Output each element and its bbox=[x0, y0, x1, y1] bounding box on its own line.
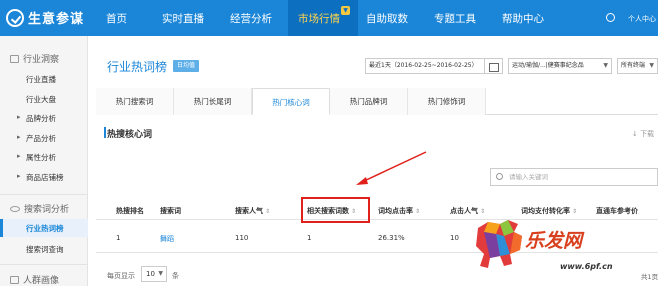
cell-click-popularity: 10 bbox=[450, 234, 459, 242]
terminal-select[interactable]: 所有终端 ▼ bbox=[617, 58, 658, 74]
tab-brand-words[interactable]: 热门品牌词 bbox=[330, 88, 408, 115]
tab-hot-search[interactable]: 热门搜索词 bbox=[96, 88, 174, 115]
app-logo[interactable]: 生意参谋 bbox=[6, 8, 84, 27]
page-size-select[interactable]: 10 ▼ bbox=[141, 266, 167, 282]
terminal-select-value: 所有终端 bbox=[621, 62, 646, 69]
sidebar: 行业洞察 行业直播 行业大盘 品牌分析 产品分析 属性分析 商品店铺榜 搜索词分… bbox=[0, 36, 88, 286]
sidebar-item-brand[interactable]: 品牌分析 bbox=[17, 113, 56, 124]
tab-modifier-words[interactable]: 热门修饰词 bbox=[408, 88, 486, 115]
nav-market[interactable]: 市场行情 ▼ bbox=[288, 0, 358, 36]
user-icon[interactable] bbox=[606, 13, 615, 22]
sidebar-item-shop-rank[interactable]: 商品店铺榜 bbox=[17, 172, 63, 183]
col-rank: 热搜排名 bbox=[116, 207, 144, 215]
sidebar-group-search[interactable]: 搜索词分析 bbox=[10, 202, 69, 215]
section-accent bbox=[104, 127, 106, 138]
cell-search-word-link[interactable]: 舞蹈 bbox=[160, 234, 174, 244]
sort-icon: ⇕ bbox=[572, 208, 578, 215]
watermark-title: 乐发网 bbox=[525, 230, 583, 252]
highlight-box bbox=[301, 197, 370, 223]
col-label: 词均点击率 bbox=[378, 207, 413, 215]
sidebar-item-industry-live[interactable]: 行业直播 bbox=[26, 74, 56, 85]
nav-realtime[interactable]: 实时直播 bbox=[162, 11, 204, 26]
nav-market-label: 市场行情 bbox=[298, 13, 340, 25]
app-name: 生意参谋 bbox=[28, 12, 85, 27]
user-center-link[interactable]: 个人中心 bbox=[628, 14, 656, 24]
sidebar-item-attribute[interactable]: 属性分析 bbox=[17, 152, 56, 163]
logo-icon bbox=[6, 8, 24, 27]
watermark-bull-logo bbox=[476, 220, 522, 268]
chevron-down-icon: ▼ bbox=[158, 270, 163, 277]
nav-home[interactable]: 首页 bbox=[106, 11, 127, 26]
nav-self-service[interactable]: 自助取数 bbox=[366, 11, 408, 26]
tab-core-words[interactable]: 热门核心词 bbox=[252, 88, 330, 115]
date-range-field[interactable]: 最近1天（2016-02-25~2016-02-25） bbox=[365, 58, 485, 74]
page-total: 共1页 bbox=[641, 273, 658, 281]
word-type-tabs: 热门搜索词 热门长尾词 热门核心词 热门品牌词 热门修饰词 bbox=[96, 88, 658, 115]
period-badge: 日均值 bbox=[173, 60, 200, 72]
nav-help-center[interactable]: 帮助中心 bbox=[502, 11, 544, 26]
calendar-icon[interactable] bbox=[485, 58, 503, 74]
top-navbar: 生意参谋 首页 实时直播 经营分析 市场行情 ▼ 自助取数 专题工具 帮助中心 … bbox=[0, 0, 658, 36]
page-size-unit: 条 bbox=[172, 272, 179, 280]
sidebar-item-hot-words[interactable]: 行业热词榜 bbox=[0, 219, 88, 237]
sidebar-item-industry-overview[interactable]: 行业大盘 bbox=[26, 94, 56, 105]
page-size-value: 10 bbox=[146, 270, 155, 278]
annotation-arrow-icon bbox=[356, 151, 427, 185]
category-select-value: 运动/瑜伽/...|健赛事纪念品 bbox=[512, 62, 584, 69]
page-title: 行业热词榜 bbox=[107, 60, 168, 74]
keyword-search-input[interactable]: 请输入关键词 bbox=[490, 168, 658, 186]
sidebar-item-product[interactable]: 产品分析 bbox=[17, 133, 56, 144]
sidebar-item-label: 行业热词榜 bbox=[26, 224, 64, 233]
category-select[interactable]: 运动/瑜伽/...|健赛事纪念品 ▼ bbox=[508, 58, 612, 74]
sidebar-group-label: 人群画像 bbox=[23, 276, 60, 286]
chevron-down-icon: ▼ bbox=[649, 62, 654, 69]
col-search-word: 搜索词 bbox=[160, 207, 181, 215]
sidebar-divider bbox=[0, 194, 88, 195]
cell-click-rate: 26.31% bbox=[378, 234, 405, 242]
sidebar-group-label: 搜索词分析 bbox=[24, 205, 70, 215]
nav-topic-tools[interactable]: 专题工具 bbox=[434, 11, 476, 26]
download-label: 下载 bbox=[640, 130, 655, 138]
nav-business-analysis[interactable]: 经营分析 bbox=[230, 11, 272, 26]
sidebar-group-industry[interactable]: 行业洞察 bbox=[10, 52, 59, 65]
col-label: 搜索人气 bbox=[235, 207, 263, 215]
watermark-url: www.6pf.cn bbox=[560, 262, 613, 271]
cell-rank: 1 bbox=[116, 234, 121, 242]
tab-long-tail[interactable]: 热门长尾词 bbox=[174, 88, 252, 115]
sort-icon: ⇕ bbox=[415, 208, 421, 215]
chevron-down-icon: ▼ bbox=[603, 62, 608, 69]
sidebar-divider bbox=[0, 264, 88, 265]
monitor-icon bbox=[10, 54, 19, 63]
sidebar-item-word-query[interactable]: 搜索词查询 bbox=[26, 244, 64, 255]
col-click-rate[interactable]: 词均点击率 ⇕ bbox=[378, 206, 420, 216]
section-title: 热搜核心词 bbox=[107, 130, 153, 140]
sidebar-group-label: 行业洞察 bbox=[23, 55, 60, 65]
cell-search-popularity: 110 bbox=[235, 234, 249, 242]
eye-icon bbox=[10, 205, 20, 212]
sidebar-group-audience[interactable]: 人群画像 bbox=[10, 273, 59, 286]
cell-related-count: 1 bbox=[307, 234, 312, 242]
new-badge-icon: ▼ bbox=[341, 6, 350, 15]
col-ad-price[interactable]: 直通车参考价 bbox=[596, 206, 638, 216]
col-search-popularity[interactable]: 搜索人气 ⇕ bbox=[235, 206, 270, 216]
people-icon bbox=[10, 275, 19, 284]
sort-icon: ⇕ bbox=[265, 208, 271, 215]
page-size-label: 每页显示 bbox=[107, 272, 135, 280]
download-button[interactable]: ↓ 下载 bbox=[632, 129, 654, 139]
